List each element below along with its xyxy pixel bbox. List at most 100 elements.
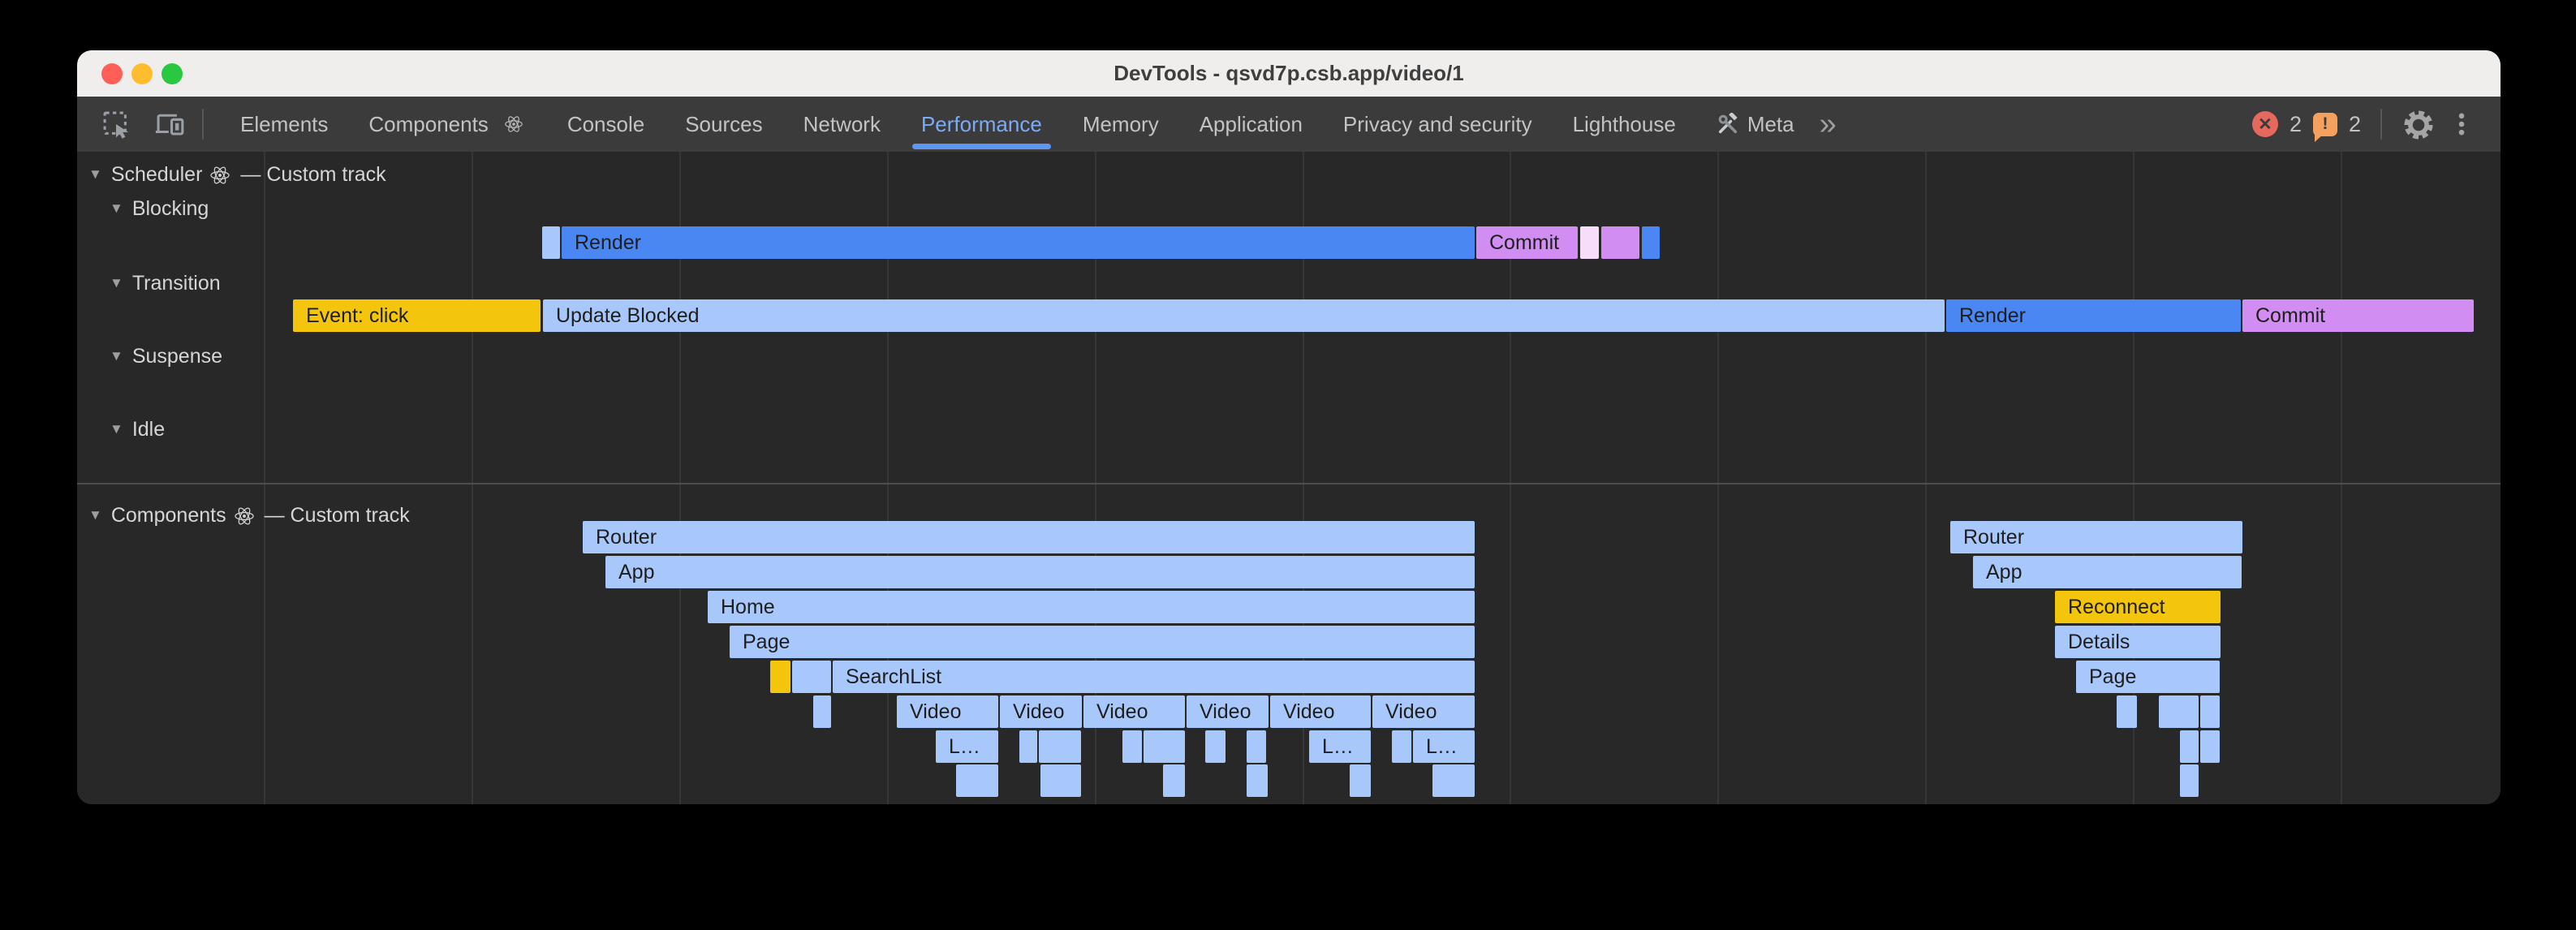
timeline-gridline: [1717, 152, 1719, 804]
perf-bar-video[interactable]: Video: [1000, 695, 1082, 728]
device-toolbar-icon[interactable]: [153, 108, 186, 140]
perf-bar[interactable]: [1163, 764, 1185, 797]
perf-bar-commit[interactable]: Commit: [2242, 299, 2474, 332]
collapse-triangle-icon[interactable]: ▼: [110, 275, 123, 291]
perf-bar-router[interactable]: Router: [1950, 521, 2242, 553]
more-tabs-icon[interactable]: »: [1820, 97, 1837, 152]
tab-network[interactable]: Network: [783, 97, 901, 152]
perf-bar[interactable]: [956, 764, 998, 797]
error-count[interactable]: 2: [2290, 112, 2302, 137]
perf-bar-render[interactable]: Render: [1946, 299, 2241, 332]
toolbar-separator: [202, 109, 204, 140]
tab-meta[interactable]: Meta: [1696, 97, 1815, 152]
timeline-gridline: [264, 152, 265, 804]
tab-label: Components: [368, 112, 488, 137]
perf-bar-router[interactable]: Router: [583, 521, 1475, 553]
lane-label-suspense[interactable]: ▼Suspense: [110, 345, 222, 368]
perf-bar[interactable]: [542, 226, 560, 259]
perf-bar-searchlist[interactable]: SearchList: [833, 661, 1475, 693]
perf-bar-video[interactable]: Video: [1187, 695, 1269, 728]
perf-bar[interactable]: [813, 695, 831, 728]
collapse-triangle-icon[interactable]: ▼: [88, 507, 102, 523]
tab-console[interactable]: Console: [547, 97, 665, 152]
collapse-triangle-icon[interactable]: ▼: [110, 348, 123, 364]
perf-bar[interactable]: [2117, 695, 2137, 728]
perf-bar-app[interactable]: App: [605, 556, 1475, 588]
perf-bar[interactable]: [1247, 764, 1268, 797]
react-atom-icon: [234, 506, 255, 527]
lane-label-transition[interactable]: ▼ Transition: [110, 272, 221, 295]
perf-bar[interactable]: [1350, 764, 1371, 797]
perf-bar[interactable]: [1040, 764, 1081, 797]
collapse-triangle-icon[interactable]: ▼: [110, 421, 123, 437]
perf-bar-l-[interactable]: L…: [936, 730, 998, 763]
perf-bar[interactable]: [1580, 226, 1599, 259]
performance-flamechart[interactable]: ▼Scheduler — Custom track▼Blocking▼Trans…: [77, 152, 2501, 804]
tab-elements[interactable]: Elements: [220, 97, 348, 152]
perf-bar[interactable]: [1642, 226, 1660, 259]
tab-lighthouse[interactable]: Lighthouse: [1553, 97, 1696, 152]
perf-bar-details[interactable]: Details: [2055, 626, 2221, 658]
panel-tabs: Elements Components ConsoleSourcesNetwork…: [220, 97, 1815, 152]
perf-bar-video[interactable]: Video: [1372, 695, 1475, 728]
perf-bar[interactable]: [1601, 226, 1639, 259]
perf-bar-video[interactable]: Video: [897, 695, 998, 728]
toolbar-separator: [2380, 109, 2382, 140]
perf-bar-home[interactable]: Home: [708, 591, 1475, 623]
perf-bar-page[interactable]: Page: [2076, 661, 2220, 693]
perf-bar-l-[interactable]: L…: [1413, 730, 1475, 763]
tab-performance[interactable]: Performance: [901, 97, 1062, 152]
perf-bar[interactable]: [792, 661, 831, 693]
perf-bar[interactable]: [2200, 695, 2220, 728]
perf-bar[interactable]: [1122, 730, 1142, 763]
perf-bar[interactable]: [1019, 730, 1037, 763]
settings-gear-icon[interactable]: [2402, 108, 2434, 140]
perf-bar-update-blocked[interactable]: Update Blocked: [543, 299, 1945, 332]
perf-bar[interactable]: [2180, 764, 2199, 797]
perf-bar-page[interactable]: Page: [730, 626, 1475, 658]
devtools-toolbar: Elements Components ConsoleSourcesNetwork…: [77, 97, 2501, 152]
perf-bar[interactable]: [1247, 730, 1266, 763]
perf-bar-event-click[interactable]: Event: click: [293, 299, 541, 332]
perf-bar[interactable]: [1432, 764, 1475, 797]
track-header-components[interactable]: ▼Components — Custom track: [88, 504, 410, 527]
tab-components[interactable]: Components: [348, 97, 546, 152]
perf-bar-reconnect[interactable]: Reconnect: [2055, 591, 2221, 623]
window-title: DevTools - qsvd7p.csb.app/video/1: [77, 50, 2501, 97]
perf-bar[interactable]: [1205, 730, 1226, 763]
perf-bar[interactable]: [770, 661, 790, 693]
tab-sources[interactable]: Sources: [665, 97, 782, 152]
tab-privacy-and-security[interactable]: Privacy and security: [1323, 97, 1553, 152]
perf-bar-render[interactable]: Render: [562, 226, 1475, 259]
perf-bar-app[interactable]: App: [1973, 556, 2242, 588]
perf-bar[interactable]: [2180, 730, 2199, 763]
error-icon[interactable]: ✕: [2252, 111, 2278, 137]
perf-bar[interactable]: [1144, 730, 1185, 763]
track-suffix: — Custom track: [265, 504, 410, 527]
tab-application[interactable]: Application: [1179, 97, 1323, 152]
track-header-scheduler[interactable]: ▼Scheduler — Custom track: [88, 163, 386, 187]
warning-icon[interactable]: !: [2313, 113, 2337, 136]
lane-label-blocking[interactable]: ▼ Blocking: [110, 197, 209, 221]
perf-bar-l-[interactable]: L…: [1309, 730, 1371, 763]
perf-bar[interactable]: [1039, 730, 1081, 763]
perf-bar-commit[interactable]: Commit: [1476, 226, 1578, 259]
lane-label-text: Blocking: [132, 197, 209, 221]
perf-bar-video[interactable]: Video: [1270, 695, 1371, 728]
tab-memory[interactable]: Memory: [1062, 97, 1179, 152]
warning-count[interactable]: 2: [2349, 112, 2361, 137]
perf-bar[interactable]: [2200, 730, 2220, 763]
perf-bar[interactable]: [2159, 695, 2199, 728]
perf-bar[interactable]: [1392, 730, 1411, 763]
perf-bar-video[interactable]: Video: [1083, 695, 1185, 728]
tab-label: Lighthouse: [1573, 112, 1676, 137]
lane-label-idle[interactable]: ▼Idle: [110, 418, 165, 441]
lane-label-text: Transition: [132, 272, 221, 295]
collapse-triangle-icon[interactable]: ▼: [110, 200, 123, 217]
timeline-gridline: [1925, 152, 1927, 804]
window-titlebar: DevTools - qsvd7p.csb.app/video/1: [77, 50, 2501, 97]
tab-label: Privacy and security: [1343, 112, 1532, 137]
collapse-triangle-icon[interactable]: ▼: [88, 166, 102, 183]
inspect-icon[interactable]: [100, 108, 132, 140]
more-menu-kebab-icon[interactable]: [2445, 108, 2478, 140]
